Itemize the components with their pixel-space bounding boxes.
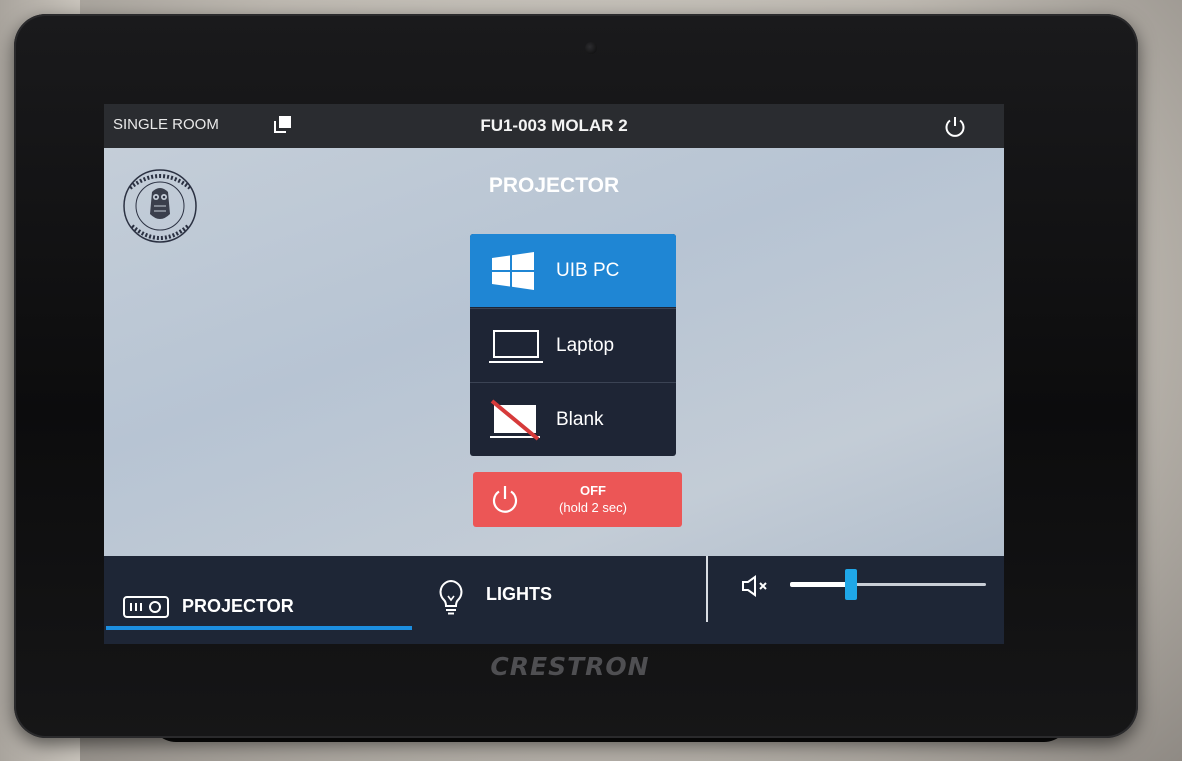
lightbulb-icon <box>439 579 463 615</box>
source-uib-pc-button[interactable]: UIB PC <box>470 234 676 307</box>
camera-icon <box>585 42 597 54</box>
windows-icon <box>492 252 534 290</box>
projector-off-button[interactable]: OFF (hold 2 sec) <box>473 472 682 527</box>
mute-icon[interactable] <box>740 574 774 598</box>
active-tab-indicator <box>106 626 412 630</box>
off-label: OFF <box>580 483 606 498</box>
system-power-icon[interactable] <box>942 114 968 140</box>
room-mode-button[interactable]: SINGLE ROOM <box>113 116 219 133</box>
source-laptop-button[interactable]: Laptop <box>470 308 676 382</box>
projector-icon <box>123 596 169 618</box>
source-label: Blank <box>556 409 604 430</box>
multi-room-icon[interactable] <box>272 113 294 135</box>
power-icon <box>492 486 518 513</box>
tab-label: PROJECTOR <box>182 596 294 616</box>
tab-lights[interactable]: LIGHTS <box>414 556 706 644</box>
source-label: Laptop <box>556 335 615 356</box>
brand-logo: CRESTRON <box>490 652 650 681</box>
section-title: PROJECTOR <box>488 174 620 197</box>
tab-projector[interactable]: PROJECTOR <box>104 556 414 644</box>
volume-fill <box>790 582 851 587</box>
blank-screen-icon <box>490 399 540 441</box>
volume-thumb[interactable] <box>845 569 857 600</box>
source-blank-button[interactable]: Blank <box>470 382 676 456</box>
room-title: FU1-003 MOLAR 2 <box>480 116 628 135</box>
laptop-icon <box>489 330 543 363</box>
top-bar: SINGLE ROOM FU1-003 MOLAR 2 <box>104 104 1004 148</box>
source-label: UIB PC <box>556 260 620 281</box>
off-hint: (hold 2 sec) <box>559 500 627 515</box>
touch-screen: SINGLE ROOM FU1-003 MOLAR 2 PROJECTOR UI… <box>104 104 1004 644</box>
tab-label: LIGHTS <box>486 584 552 604</box>
volume-slider[interactable] <box>790 569 986 600</box>
university-seal-logo <box>123 169 197 243</box>
divider <box>706 556 708 622</box>
bottom-bar: PROJECTOR LIGHTS <box>104 556 1004 644</box>
source-list: UIB PC Laptop Blank <box>470 234 676 456</box>
